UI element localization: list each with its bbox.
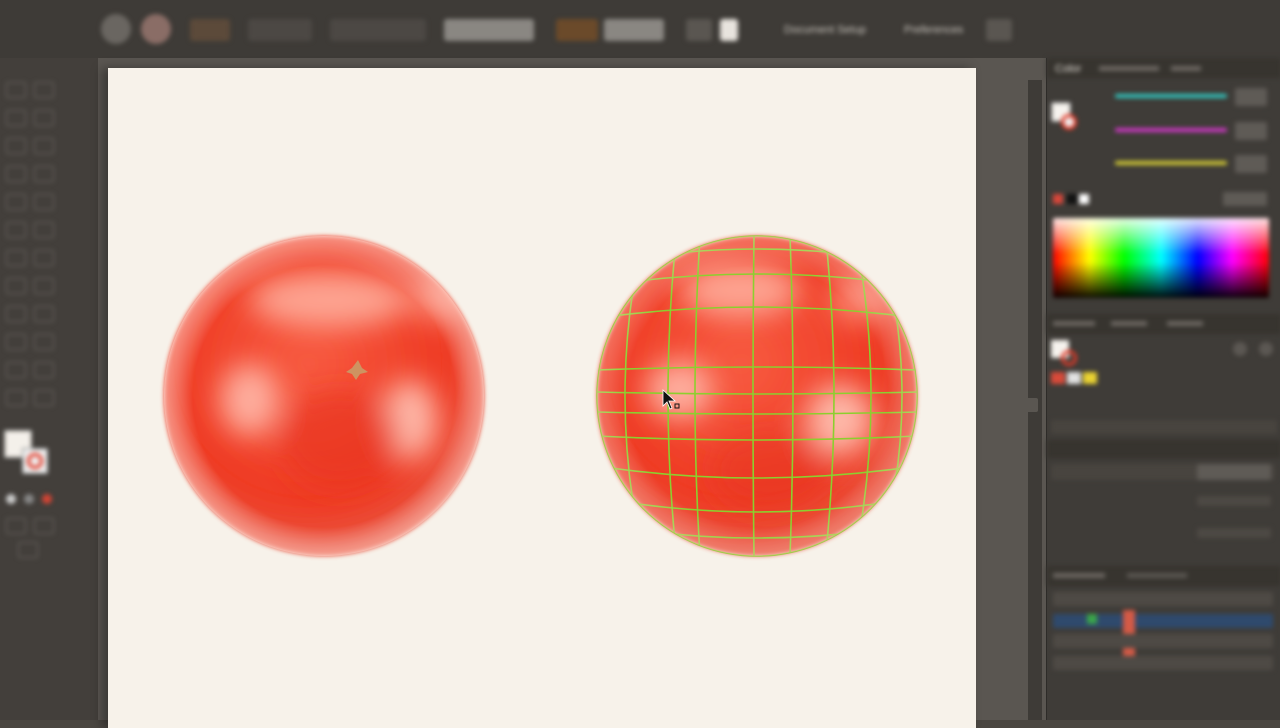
swatch-registration[interactable] <box>1061 350 1077 366</box>
make-mask-button[interactable] <box>1197 496 1271 506</box>
clip-checkbox[interactable] <box>1197 528 1271 538</box>
swatch-white[interactable] <box>1067 372 1081 384</box>
stroke-tab[interactable] <box>1171 66 1201 71</box>
layer-row-3[interactable] <box>1053 656 1273 670</box>
swatch-red[interactable] <box>1051 372 1065 384</box>
tomato-right-mesh[interactable] <box>596 235 918 557</box>
hex-input[interactable] <box>1223 192 1267 206</box>
layer-row-selected[interactable] <box>1053 614 1273 628</box>
black-color-icon[interactable] <box>1067 194 1077 204</box>
opacity-field[interactable] <box>1197 464 1271 480</box>
layers-tab[interactable] <box>1053 573 1105 578</box>
layer-row-1[interactable] <box>1053 592 1273 606</box>
cyan-value-input[interactable] <box>1235 88 1267 106</box>
layer-row-2[interactable] <box>1053 634 1273 648</box>
panel-stroke-swatch[interactable] <box>1061 114 1077 130</box>
tomato-left[interactable] <box>164 236 484 556</box>
swatch-yellow[interactable] <box>1083 372 1097 384</box>
swatch-options-icon[interactable] <box>1259 342 1273 356</box>
panel-collapse-icon[interactable] <box>1024 398 1038 412</box>
swatch-actions-bar <box>1051 420 1277 434</box>
yellow-slider[interactable] <box>1115 161 1227 165</box>
color-guide-tab[interactable] <box>1099 66 1159 71</box>
layer-visibility-icon[interactable] <box>1087 614 1097 624</box>
cyan-slider[interactable] <box>1115 94 1227 98</box>
white-color-icon[interactable] <box>1079 194 1089 204</box>
right-panel-dock: Color <box>1046 58 1280 720</box>
none-color-icon[interactable] <box>1053 194 1063 204</box>
yellow-value-input[interactable] <box>1235 155 1267 173</box>
swatches-tab[interactable] <box>1053 321 1095 326</box>
brushes-tab[interactable] <box>1111 321 1147 326</box>
symbols-tab[interactable] <box>1167 321 1203 326</box>
color-panel-tabbar <box>1047 58 1280 78</box>
artboards-tab[interactable] <box>1127 573 1187 578</box>
transparency-tabbar <box>1047 440 1280 458</box>
magenta-slider[interactable] <box>1115 128 1227 132</box>
color-spectrum[interactable] <box>1053 218 1269 298</box>
swatch-menu-icon[interactable] <box>1233 342 1247 356</box>
color-tab[interactable]: Color <box>1055 63 1081 75</box>
magenta-value-input[interactable] <box>1235 122 1267 140</box>
